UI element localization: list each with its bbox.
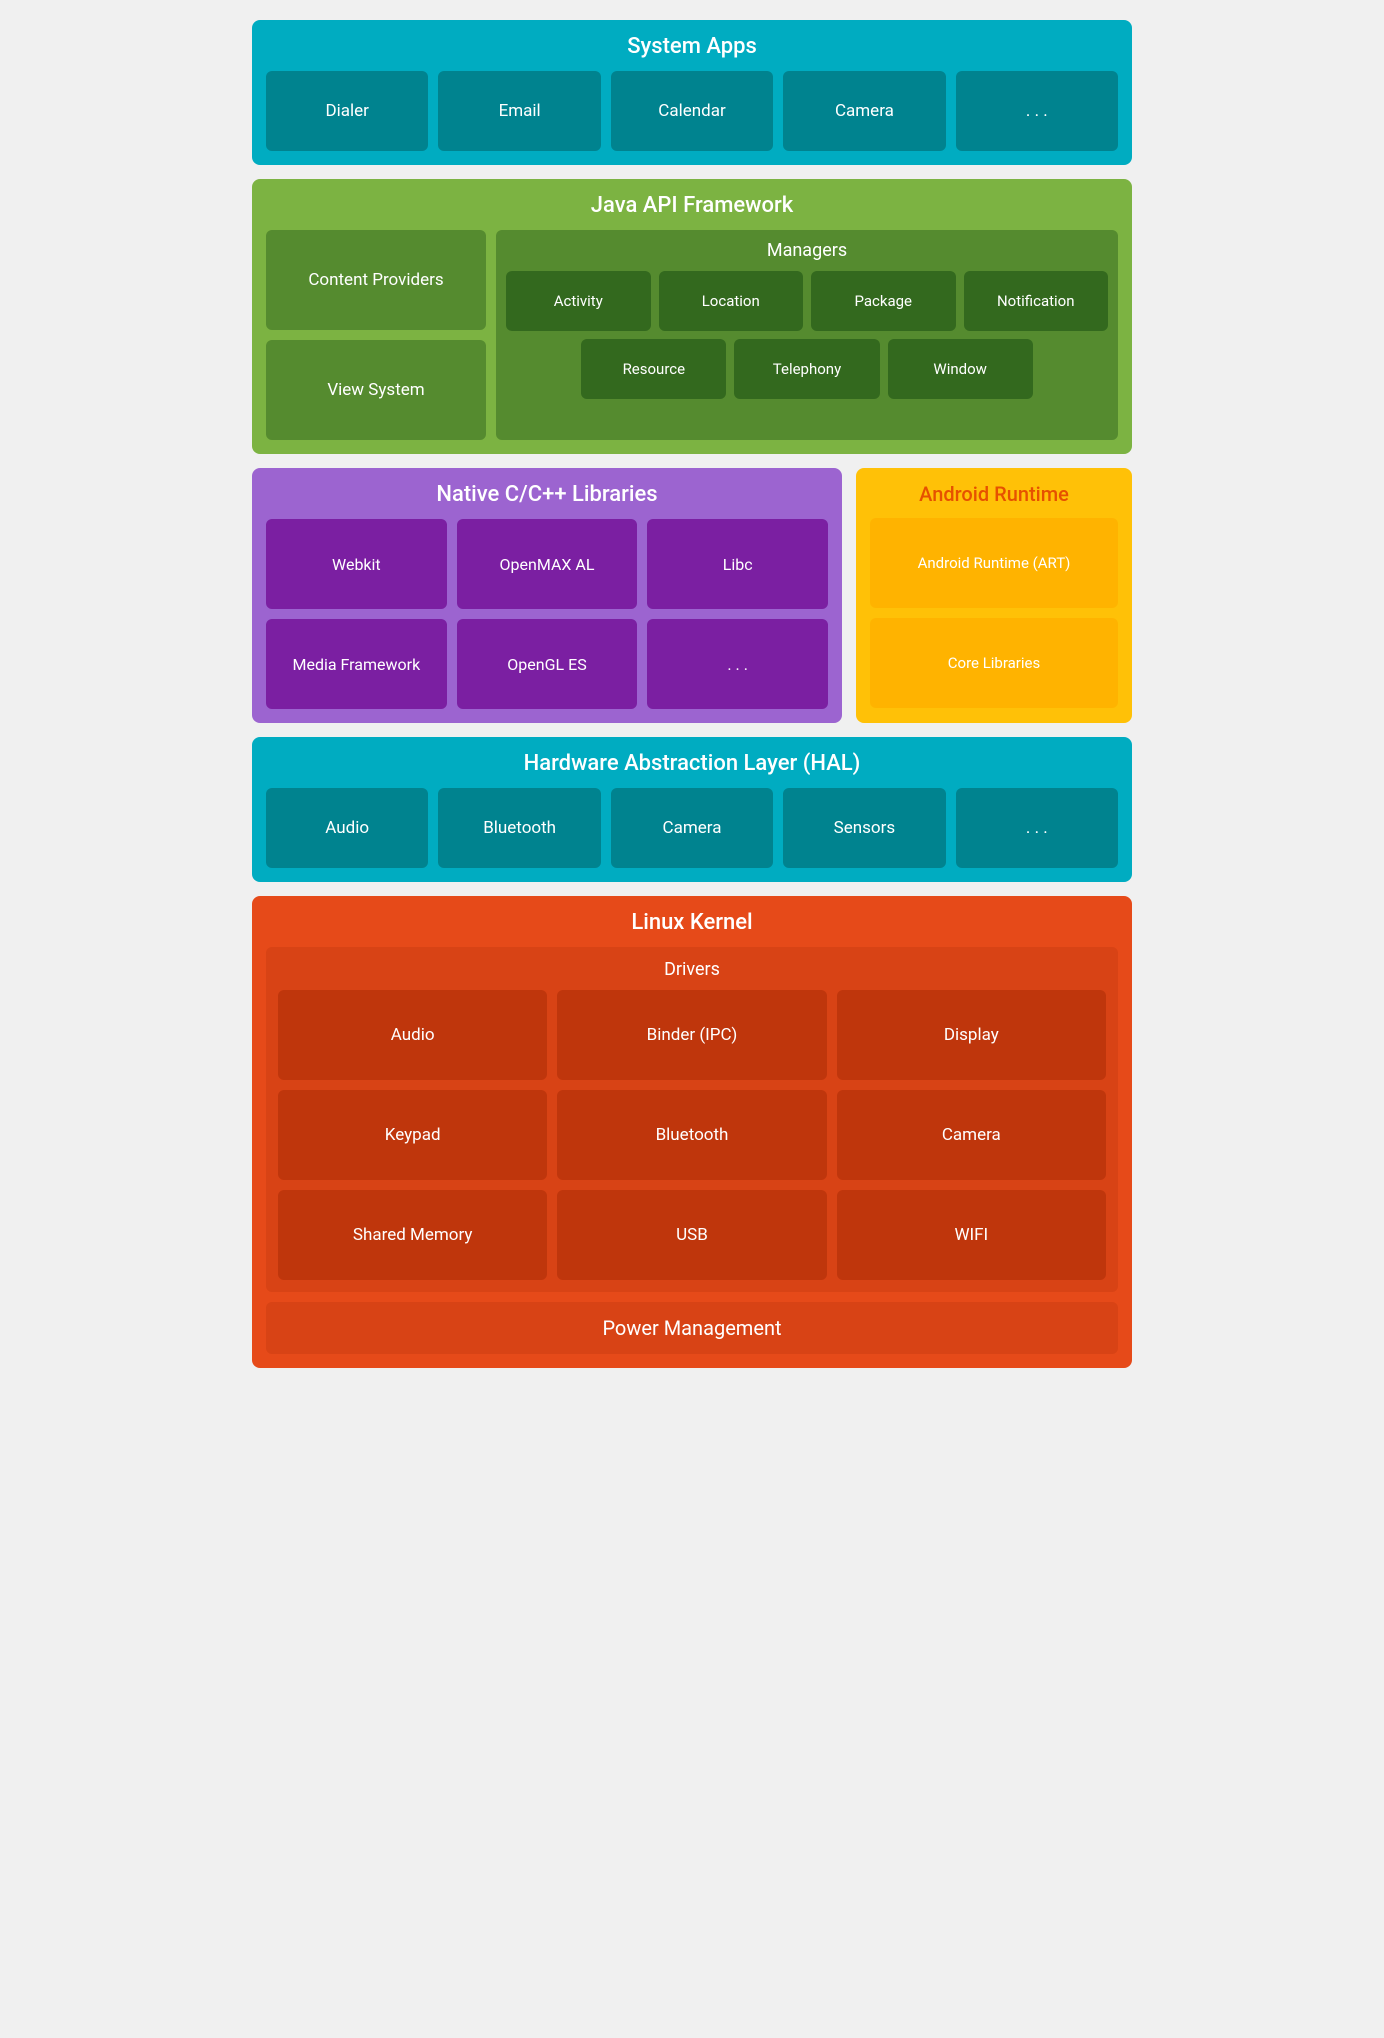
native-lib-tile: Media Framework (266, 619, 447, 709)
native-lib-tile: . . . (647, 619, 828, 709)
managers-title: Managers (506, 240, 1108, 261)
driver-tile: Camera (837, 1090, 1106, 1180)
hal-tile: Camera (611, 788, 773, 868)
drivers-title: Drivers (278, 959, 1106, 980)
managers-box: Managers ActivityLocationPackageNotifica… (496, 230, 1118, 440)
java-api-title: Java API Framework (266, 193, 1118, 218)
manager-tile: Notification (964, 271, 1109, 331)
android-runtime-layer: Android Runtime Android Runtime (ART) Cor… (856, 468, 1132, 723)
hal-tile: . . . (956, 788, 1118, 868)
android-runtime-tile: Android Runtime (ART) (870, 518, 1118, 608)
hal-tile: Audio (266, 788, 428, 868)
hal-tile: Sensors (783, 788, 945, 868)
native-lib-tile: Libc (647, 519, 828, 609)
java-api-inner: Content ProvidersView System Managers Ac… (266, 230, 1118, 440)
system-apps-tile: Email (438, 71, 600, 151)
linux-kernel-title: Linux Kernel (266, 910, 1118, 935)
manager-tile: Window (888, 339, 1033, 399)
driver-tile: Keypad (278, 1090, 547, 1180)
power-management: Power Management (266, 1302, 1118, 1354)
native-runtime-row: Native C/C++ Libraries WebkitOpenMAX ALL… (252, 468, 1132, 723)
drivers-grid: AudioBinder (IPC)Display KeypadBluetoothC… (278, 990, 1106, 1280)
java-api-left: Content ProvidersView System (266, 230, 486, 440)
system-apps-title: System Apps (266, 34, 1118, 59)
hal-layer: Hardware Abstraction Layer (HAL) AudioBl… (252, 737, 1132, 882)
native-libs-grid: WebkitOpenMAX ALLibc Media FrameworkOpenG… (266, 519, 828, 709)
java-api-layer: Java API Framework Content ProvidersView… (252, 179, 1132, 454)
manager-tile: Location (659, 271, 804, 331)
manager-tile: Package (811, 271, 956, 331)
driver-tile: WIFI (837, 1190, 1106, 1280)
java-api-left-tile: View System (266, 340, 486, 440)
system-apps-tile: Dialer (266, 71, 428, 151)
driver-tile: Binder (IPC) (557, 990, 826, 1080)
system-apps-tile: Calendar (611, 71, 773, 151)
system-apps-tile: Camera (783, 71, 945, 151)
driver-tile: Audio (278, 990, 547, 1080)
linux-kernel-layer: Linux Kernel Drivers AudioBinder (IPC)Di… (252, 896, 1132, 1368)
hal-tiles: AudioBluetoothCameraSensors. . . (266, 788, 1118, 868)
driver-tile: Display (837, 990, 1106, 1080)
driver-tile: Bluetooth (557, 1090, 826, 1180)
native-lib-tile: OpenMAX AL (457, 519, 638, 609)
native-lib-tile: Webkit (266, 519, 447, 609)
driver-tile: Shared Memory (278, 1190, 547, 1280)
manager-tile: Activity (506, 271, 651, 331)
system-apps-layer: System Apps DialerEmailCalendarCamera. .… (252, 20, 1132, 165)
native-libs-layer: Native C/C++ Libraries WebkitOpenMAX ALL… (252, 468, 842, 723)
managers-row1: ActivityLocationPackageNotification (506, 271, 1108, 331)
drivers-box: Drivers AudioBinder (IPC)Display KeypadBl… (266, 947, 1118, 1292)
java-api-left-tile: Content Providers (266, 230, 486, 330)
native-lib-tile: OpenGL ES (457, 619, 638, 709)
managers-row2: ResourceTelephonyWindow (581, 339, 1033, 399)
system-apps-tile: . . . (956, 71, 1118, 151)
hal-tile: Bluetooth (438, 788, 600, 868)
android-runtime-tile: Core Libraries (870, 618, 1118, 708)
manager-tile: Telephony (734, 339, 879, 399)
hal-title: Hardware Abstraction Layer (HAL) (266, 751, 1118, 776)
android-runtime-title: Android Runtime (870, 482, 1118, 506)
system-apps-tiles: DialerEmailCalendarCamera. . . (266, 71, 1118, 151)
native-libs-title: Native C/C++ Libraries (266, 482, 828, 507)
driver-tile: USB (557, 1190, 826, 1280)
manager-tile: Resource (581, 339, 726, 399)
